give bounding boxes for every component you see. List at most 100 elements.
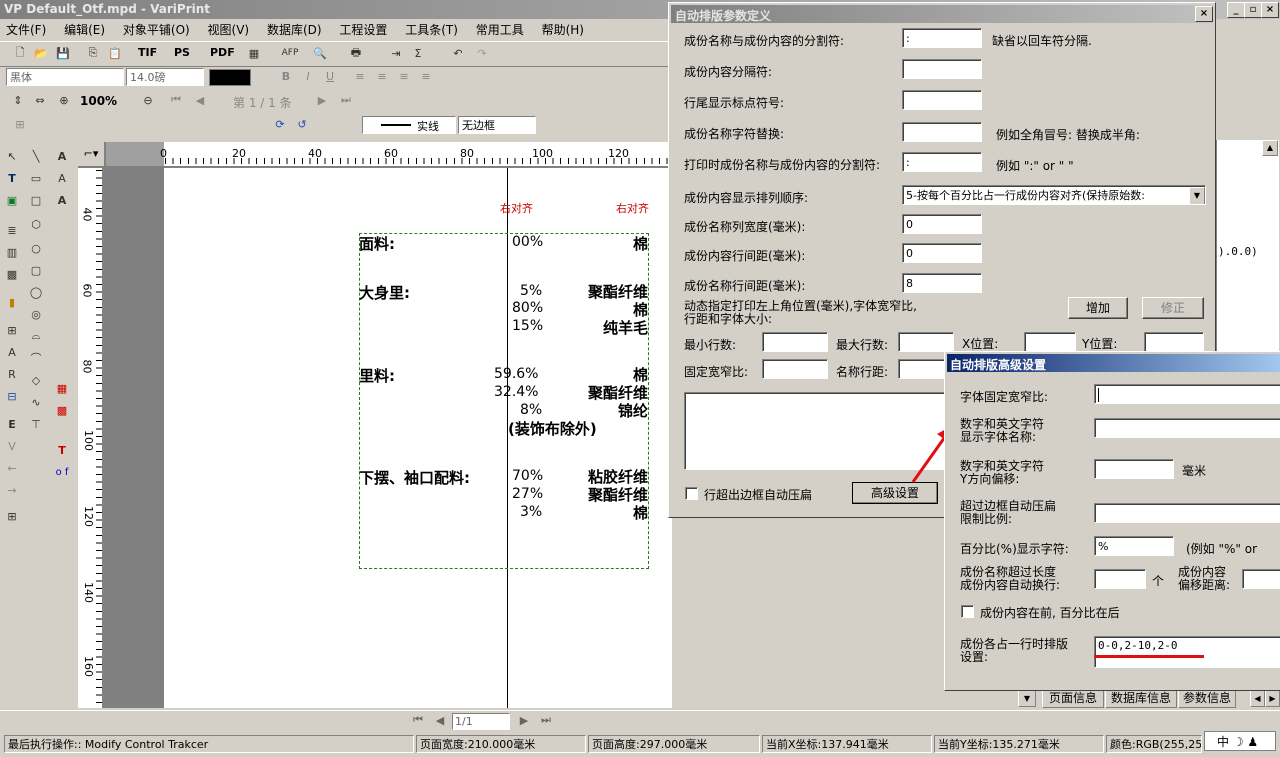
- diamond-tool-icon[interactable]: ◇: [26, 371, 46, 389]
- align-left-icon[interactable]: ≡: [350, 67, 370, 85]
- d1-overflow-checkbox[interactable]: [685, 487, 698, 500]
- open-file-icon[interactable]: 📂: [31, 44, 51, 62]
- ellipse-tool-icon[interactable]: ○: [26, 239, 46, 257]
- afp-icon[interactable]: AFP: [280, 44, 300, 62]
- menu-toolbars[interactable]: 工具条(T): [405, 23, 458, 37]
- dialog1-close-button[interactable]: ×: [1195, 6, 1213, 22]
- fit-width-icon[interactable]: ⇔: [30, 91, 50, 109]
- qr-tool-icon[interactable]: ▩: [2, 265, 22, 283]
- right-panel-scroll-up[interactable]: ▲: [1262, 140, 1278, 156]
- outline-a-icon[interactable]: A: [52, 169, 72, 187]
- shadow-a-icon[interactable]: A: [52, 191, 72, 209]
- ime-indicator[interactable]: 中 ☽ ♟: [1204, 731, 1276, 751]
- rounded-rect-icon[interactable]: ▢: [26, 261, 46, 279]
- close-button[interactable]: ×: [1261, 2, 1279, 18]
- ring-tool-icon[interactable]: ◎: [26, 305, 46, 323]
- d2-content-first-checkbox[interactable]: [961, 605, 974, 618]
- prev-page-icon[interactable]: ◀: [190, 91, 210, 109]
- d1-content-sep-field[interactable]: [902, 59, 982, 79]
- grid-tool-icon[interactable]: ⊟: [2, 387, 22, 405]
- menu-project-settings[interactable]: 工程设置: [339, 23, 387, 37]
- chart-tool-icon[interactable]: ▮: [2, 293, 22, 311]
- insert-icon[interactable]: ⇥: [386, 44, 406, 62]
- d1-add-button[interactable]: 增加: [1068, 297, 1128, 319]
- new-file-icon[interactable]: 🗋: [10, 44, 30, 62]
- menu-object-tile[interactable]: 对象平铺(O): [123, 23, 190, 37]
- label-r-icon[interactable]: R: [2, 365, 22, 383]
- bold-icon[interactable]: B: [276, 67, 296, 85]
- nav-page-select[interactable]: 1/1: [452, 713, 510, 730]
- nav-first-icon[interactable]: ⏮: [408, 711, 428, 729]
- export-tif-button[interactable]: TIF: [138, 46, 157, 59]
- border-select[interactable]: 无边框: [458, 116, 536, 134]
- menu-file[interactable]: 文件(F): [6, 23, 46, 37]
- tab-page-info[interactable]: 页面信息: [1042, 688, 1104, 708]
- minimize-button[interactable]: _: [1227, 2, 1245, 18]
- select-arrow-icon[interactable]: ↖: [2, 147, 22, 165]
- menu-view[interactable]: 视图(V): [208, 23, 250, 37]
- arrow-right-icon[interactable]: →: [2, 481, 22, 499]
- line-style-select[interactable]: 实线: [362, 116, 456, 134]
- arc-tool-icon[interactable]: ⌓: [26, 327, 46, 345]
- fit-height-icon[interactable]: ⇕: [8, 91, 28, 109]
- image-tool-icon[interactable]: ▣: [2, 191, 22, 209]
- nav-prev-icon[interactable]: ◀: [430, 711, 450, 729]
- barcode-icon[interactable]: ▦: [244, 44, 264, 62]
- italic-icon[interactable]: I: [298, 67, 318, 85]
- font-size-select[interactable]: 14.0磅: [126, 68, 204, 86]
- zoom-out-icon[interactable]: ⊖: [138, 91, 158, 109]
- export-pdf-button[interactable]: PDF: [210, 46, 235, 59]
- d2-content-offset-field[interactable]: [1242, 569, 1280, 589]
- underline-icon[interactable]: U: [320, 67, 340, 85]
- menu-common-tools[interactable]: 常用工具: [476, 23, 524, 37]
- label-e-icon[interactable]: E: [2, 415, 22, 433]
- d2-digit-font-field[interactable]: [1094, 418, 1280, 438]
- corner-tool-icon[interactable]: ⌐▾: [78, 142, 104, 166]
- paste-icon[interactable]: 📋: [105, 44, 125, 62]
- d1-max-rows-field[interactable]: [898, 332, 954, 352]
- barcode-tool-icon[interactable]: ▥: [2, 243, 22, 261]
- d1-punct-field[interactable]: [902, 90, 982, 110]
- distribute-icon[interactable]: ⟳: [270, 115, 290, 133]
- d1-x-pos-field[interactable]: [1024, 332, 1076, 352]
- menu-help[interactable]: 帮助(H): [542, 23, 584, 37]
- justify-icon[interactable]: ≡: [416, 67, 436, 85]
- d2-font-ratio-field[interactable]: [1094, 384, 1280, 404]
- tab-param-info[interactable]: 参数信息: [1178, 688, 1236, 708]
- last-page-icon[interactable]: ⏭: [336, 91, 356, 109]
- restore-button[interactable]: ▫: [1244, 2, 1262, 18]
- align-center-icon[interactable]: ≡: [372, 67, 392, 85]
- rotate-icon[interactable]: ↺: [292, 115, 312, 133]
- tab-dropdown[interactable]: ▼: [1018, 690, 1036, 707]
- circle-tool-icon[interactable]: ◯: [26, 283, 46, 301]
- copy-icon[interactable]: ⎘: [83, 44, 103, 62]
- text-tool-icon[interactable]: T: [2, 169, 22, 187]
- d2-digit-offset-field[interactable]: [1094, 459, 1174, 479]
- polygon-tool-icon[interactable]: ⬡: [26, 215, 46, 233]
- arrow-left-icon[interactable]: ←: [2, 459, 22, 477]
- first-page-icon[interactable]: ⏮: [166, 91, 186, 109]
- next-page-icon[interactable]: ▶: [312, 91, 332, 109]
- cup-tool-icon[interactable]: ⊤: [26, 415, 46, 433]
- zoom-level[interactable]: 100%: [80, 94, 117, 108]
- square-tool-icon[interactable]: □: [26, 191, 46, 209]
- save-icon[interactable]: 💾: [53, 44, 73, 62]
- d2-name-wrap-field[interactable]: [1094, 569, 1146, 589]
- grid-layout-icon[interactable]: ⊞: [2, 507, 22, 525]
- line-tool-icon[interactable]: ╲: [26, 147, 46, 165]
- pattern-tool-icon[interactable]: ▦: [52, 379, 72, 397]
- align-right-icon[interactable]: ≡: [394, 67, 414, 85]
- nav-next-icon[interactable]: ▶: [514, 711, 534, 729]
- d1-fixed-ratio-field[interactable]: [762, 359, 828, 379]
- red-t-icon[interactable]: T: [52, 441, 72, 459]
- nav-last-icon[interactable]: ⏭: [536, 711, 556, 729]
- align-objects-icon[interactable]: ⊞: [10, 115, 30, 133]
- tab-db-info[interactable]: 数据库信息: [1105, 688, 1177, 708]
- d2-each-line-field[interactable]: 0-0,2-10,2-0: [1094, 636, 1280, 668]
- font-color-swatch[interactable]: [209, 69, 251, 86]
- undo-icon[interactable]: ↶: [448, 44, 468, 62]
- wave-tool-icon[interactable]: ∿: [26, 393, 46, 411]
- tab-scroll-left[interactable]: ◀: [1250, 690, 1265, 707]
- menu-edit[interactable]: 编辑(E): [64, 23, 105, 37]
- sum-icon[interactable]: Σ: [408, 44, 428, 62]
